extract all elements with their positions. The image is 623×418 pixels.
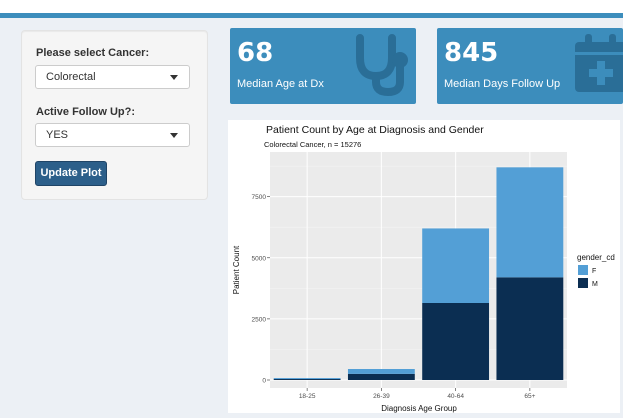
median-followup-value: 845 <box>444 38 499 68</box>
x-axis-label: Diagnosis Age Group <box>381 404 457 413</box>
value-box-median-age: 68 Median Age at Dx <box>230 28 416 104</box>
bar-F-26-39 <box>347 369 415 374</box>
stethoscope-icon <box>356 34 408 96</box>
bar-M-65+ <box>496 277 564 380</box>
stacked-bar-chart: Patient Count by Age at Diagnosis and Ge… <box>232 124 615 413</box>
legend-swatch-F <box>578 265 588 275</box>
update-plot-button[interactable]: Update Plot <box>35 161 107 186</box>
y-tick-label: 7500 <box>252 194 267 201</box>
bar-M-40-64 <box>422 303 490 380</box>
top-bar <box>0 0 623 13</box>
legend-label-M: M <box>592 281 598 288</box>
y-tick-label: 2500 <box>252 316 267 323</box>
bar-M-18-25 <box>273 379 341 380</box>
followup-select-value: YES <box>46 129 69 141</box>
cancer-select[interactable]: Colorectal <box>35 65 190 89</box>
chart-title: Patient Count by Age at Diagnosis and Ge… <box>266 124 484 136</box>
x-tick-label: 40-64 <box>447 393 464 400</box>
legend-title: gender_cd <box>577 253 615 262</box>
x-tick-label: 65+ <box>524 393 535 400</box>
x-tick-label: 18-25 <box>299 393 316 400</box>
median-age-label: Median Age at Dx <box>237 78 324 90</box>
legend: FM <box>578 265 598 288</box>
y-tick-label: 5000 <box>252 255 267 262</box>
sidebar-panel: Please select Cancer: Colorectal Active … <box>21 30 208 200</box>
bar-F-18-25 <box>273 378 341 380</box>
bar-F-40-64 <box>422 228 490 303</box>
bar-F-65+ <box>496 167 564 278</box>
calendar-plus-icon <box>575 34 623 92</box>
cancer-select-label: Please select Cancer: <box>36 47 150 59</box>
chevron-down-icon <box>170 75 178 80</box>
bar-M-26-39 <box>347 373 415 380</box>
cancer-select-value: Colorectal <box>46 71 96 83</box>
y-tick-label: 0 <box>262 378 266 385</box>
y-axis-label: Patient Count <box>232 245 241 294</box>
header-accent-bar <box>0 13 623 18</box>
median-age-value: 68 <box>237 38 274 68</box>
chevron-down-icon <box>170 133 178 138</box>
plot-card: Patient Count by Age at Diagnosis and Ge… <box>228 120 620 413</box>
followup-select-label: Active Follow Up?: <box>36 106 135 118</box>
x-tick-label: 26-39 <box>373 393 390 400</box>
followup-select[interactable]: YES <box>35 123 190 147</box>
legend-swatch-M <box>578 278 588 288</box>
legend-label-F: F <box>592 268 596 275</box>
value-box-median-followup: 845 Median Days Follow Up <box>437 28 623 104</box>
chart-subtitle: Colorectal Cancer, n = 15276 <box>264 140 361 149</box>
median-followup-label: Median Days Follow Up <box>444 78 561 90</box>
